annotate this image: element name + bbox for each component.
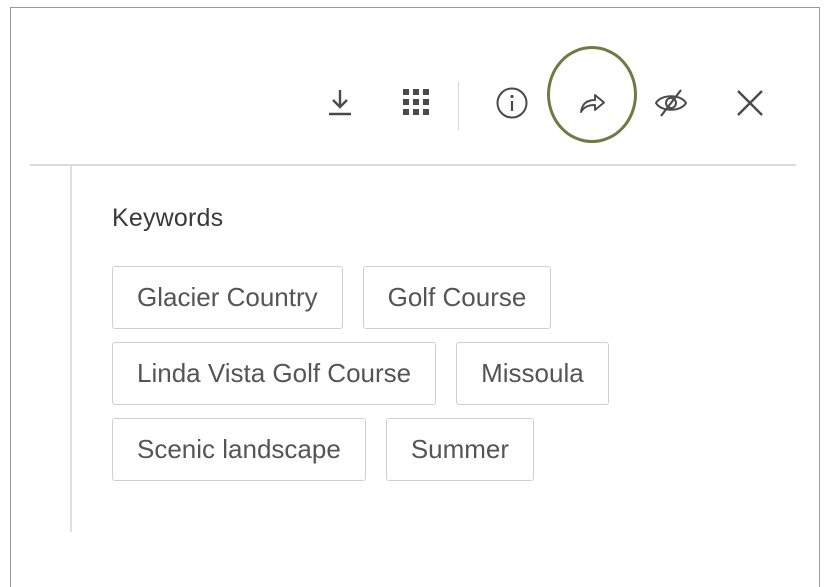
keyword-tag-scenic-landscape[interactable]: Scenic landscape <box>112 418 366 481</box>
tag-row: Glacier Country Golf Course <box>112 266 712 329</box>
keyword-tag-glacier-country[interactable]: Glacier Country <box>112 266 343 329</box>
tag-row: Scenic landscape Summer <box>112 418 712 481</box>
hide-button[interactable] <box>649 81 693 125</box>
download-button[interactable] <box>318 80 362 124</box>
close-button[interactable] <box>728 81 772 125</box>
panel-frame: Keywords Glacier Country Golf Course Lin… <box>10 7 820 587</box>
keywords-title: Keywords <box>112 204 224 232</box>
share-icon <box>580 94 605 113</box>
keywords-panel: Keywords Glacier Country Golf Course Lin… <box>70 166 792 532</box>
keyword-tag-summer[interactable]: Summer <box>385 418 535 481</box>
toolbar <box>11 8 819 164</box>
keyword-tag-linda-vista-golf-course[interactable]: Linda Vista Golf Course <box>112 342 437 405</box>
download-icon <box>329 90 351 116</box>
keyword-tag-missoula[interactable]: Missoula <box>456 342 609 405</box>
share-button[interactable] <box>571 81 615 125</box>
keyword-tag-golf-course[interactable]: Golf Course <box>362 266 552 329</box>
grid-icon <box>403 89 429 115</box>
info-icon <box>496 87 528 119</box>
keyword-tags: Glacier Country Golf Course Linda Vista … <box>112 266 712 494</box>
toolbar-separator <box>458 82 459 130</box>
tag-row: Linda Vista Golf Course Missoula <box>112 342 712 405</box>
eye-off-icon <box>654 89 688 117</box>
info-button[interactable] <box>490 81 534 125</box>
close-icon <box>737 90 763 116</box>
grid-button[interactable] <box>394 80 438 124</box>
